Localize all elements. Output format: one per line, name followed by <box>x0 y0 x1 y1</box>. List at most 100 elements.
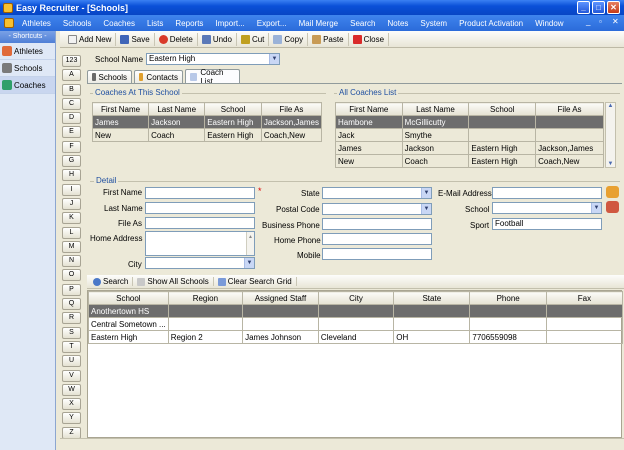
scroll-down-icon[interactable]: ▼ <box>606 161 615 167</box>
city-select[interactable]: ▼ <box>145 257 255 269</box>
cut-button[interactable]: Cut <box>237 32 270 46</box>
column-header[interactable]: Last Name <box>401 102 470 116</box>
alpha-button-z[interactable]: Z <box>62 426 81 439</box>
menu-window[interactable]: Window <box>529 19 569 28</box>
paste-button[interactable]: Paste <box>308 32 349 46</box>
column-header[interactable]: Phone <box>469 291 547 305</box>
school-name-select[interactable]: Eastern High ▼ <box>146 53 280 65</box>
column-header[interactable]: School <box>88 291 169 305</box>
shortcut-schools[interactable]: Schools <box>0 60 55 77</box>
table-row[interactable]: James Jackson Eastern High Jackson,James <box>335 141 604 155</box>
alpha-button-a[interactable]: A <box>62 69 81 82</box>
mdi-close-icon[interactable]: ✕ <box>612 17 619 26</box>
table-row[interactable]: Eastern High Region 2 James Johnson Clev… <box>88 330 624 344</box>
table-row[interactable]: New Coach Eastern High Coach,New <box>91 128 323 142</box>
edit-school-icon[interactable] <box>606 201 619 213</box>
home-address-input[interactable]: ▲▼ <box>145 231 255 256</box>
close-button[interactable]: Close <box>349 32 390 46</box>
chevron-down-icon[interactable]: ▼ <box>269 54 279 64</box>
alpha-button-d[interactable]: D <box>62 112 81 125</box>
maximize-button[interactable]: □ <box>592 1 605 14</box>
table-row[interactable]: Jack Smythe <box>335 128 604 142</box>
menu-coaches[interactable]: Coaches <box>97 19 141 28</box>
email-icon[interactable] <box>606 186 619 198</box>
column-header[interactable]: File As <box>260 102 323 116</box>
scroll-up-icon[interactable]: ▲ <box>606 103 615 109</box>
mdi-restore-icon[interactable]: ▫ <box>599 17 602 26</box>
search-button[interactable]: Search <box>89 277 134 286</box>
mobile-input[interactable] <box>322 248 432 260</box>
table-row[interactable]: Central Sometown ... <box>88 317 624 331</box>
alpha-button-i[interactable]: I <box>62 183 81 196</box>
column-header[interactable]: Assigned Staff <box>242 291 319 305</box>
all-coaches-scrollbar[interactable]: ▲ ▼ <box>605 102 616 168</box>
school-select[interactable]: ▼ <box>492 202 602 214</box>
column-header[interactable]: Region <box>167 291 244 305</box>
copy-button[interactable]: Copy <box>269 32 309 46</box>
alpha-button-p[interactable]: P <box>62 283 81 296</box>
menu-athletes[interactable]: Athletes <box>16 19 57 28</box>
column-header[interactable]: Last Name <box>148 102 206 116</box>
alpha-button-g[interactable]: G <box>62 155 81 168</box>
chevron-down-icon[interactable]: ▼ <box>591 203 601 213</box>
alpha-button-r[interactable]: R <box>62 312 81 325</box>
alpha-button-x[interactable]: X <box>62 398 81 411</box>
undo-button[interactable]: Undo <box>198 32 237 46</box>
alpha-button-h[interactable]: H <box>62 169 81 182</box>
tab-schools[interactable]: Schools <box>87 70 132 83</box>
file-as-input[interactable] <box>145 217 255 229</box>
postal-code-select[interactable]: ▼ <box>322 203 432 215</box>
column-header[interactable]: First Name <box>91 102 150 116</box>
menu-export[interactable]: Export... <box>251 19 293 28</box>
close-window-button[interactable]: ✕ <box>607 1 620 14</box>
alpha-button-e[interactable]: E <box>62 126 81 139</box>
shortcut-athletes[interactable]: Athletes <box>0 43 55 60</box>
alpha-button-l[interactable]: L <box>62 226 81 239</box>
alpha-button-t[interactable]: T <box>62 340 81 353</box>
state-select[interactable]: ▼ <box>322 187 432 199</box>
alpha-button-y[interactable]: Y <box>62 412 81 425</box>
shortcut-coaches[interactable]: Coaches <box>0 77 55 94</box>
menu-import[interactable]: Import... <box>209 19 250 28</box>
column-header[interactable]: State <box>393 291 471 305</box>
column-header[interactable]: City <box>317 291 395 305</box>
business-phone-input[interactable] <box>322 218 432 230</box>
table-row[interactable]: Anothertown HS <box>88 304 624 318</box>
save-button[interactable]: Save <box>116 32 155 46</box>
mdi-minimize-icon[interactable]: _ <box>586 17 590 26</box>
column-header[interactable]: School <box>468 102 537 116</box>
alpha-button-n[interactable]: N <box>62 255 81 268</box>
menu-search[interactable]: Search <box>344 19 381 28</box>
menu-mail-merge[interactable]: Mail Merge <box>293 19 345 28</box>
menu-lists[interactable]: Lists <box>141 19 169 28</box>
tab-coach-list[interactable]: Coach List <box>185 68 240 86</box>
clear-search-grid-button[interactable]: Clear Search Grid <box>214 277 297 286</box>
email-input[interactable] <box>492 187 602 199</box>
alpha-button-123[interactable]: 123 <box>62 55 81 67</box>
alpha-button-s[interactable]: S <box>62 326 81 339</box>
alpha-button-v[interactable]: V <box>62 369 81 382</box>
alpha-button-q[interactable]: Q <box>62 298 81 311</box>
menu-notes[interactable]: Notes <box>382 19 415 28</box>
table-row[interactable]: James Jackson Eastern High Jackson,James <box>91 115 323 129</box>
menu-reports[interactable]: Reports <box>169 19 209 28</box>
alpha-button-b[interactable]: B <box>62 83 81 96</box>
column-header[interactable]: School <box>204 102 262 116</box>
alpha-button-u[interactable]: U <box>62 355 81 368</box>
sport-input[interactable]: Football <box>492 218 602 230</box>
tab-contacts[interactable]: Contacts <box>134 70 183 83</box>
menu-system[interactable]: System <box>414 19 453 28</box>
alpha-button-w[interactable]: W <box>62 383 81 396</box>
show-all-schools-button[interactable]: Show All Schools <box>133 277 214 286</box>
chevron-down-icon[interactable]: ▼ <box>421 204 431 214</box>
alpha-button-j[interactable]: J <box>62 197 81 210</box>
schools-grid[interactable]: School Region Assigned Staff City State … <box>87 290 624 438</box>
alpha-button-k[interactable]: K <box>62 212 81 225</box>
alpha-button-o[interactable]: O <box>62 269 81 282</box>
alpha-button-m[interactable]: M <box>62 240 81 253</box>
last-name-input[interactable] <box>145 202 255 214</box>
all-coaches-grid[interactable]: First Name Last Name School File As Hamb… <box>335 102 604 168</box>
menu-schools[interactable]: Schools <box>57 19 97 28</box>
delete-button[interactable]: Delete <box>155 32 198 46</box>
alpha-button-f[interactable]: F <box>62 140 81 153</box>
